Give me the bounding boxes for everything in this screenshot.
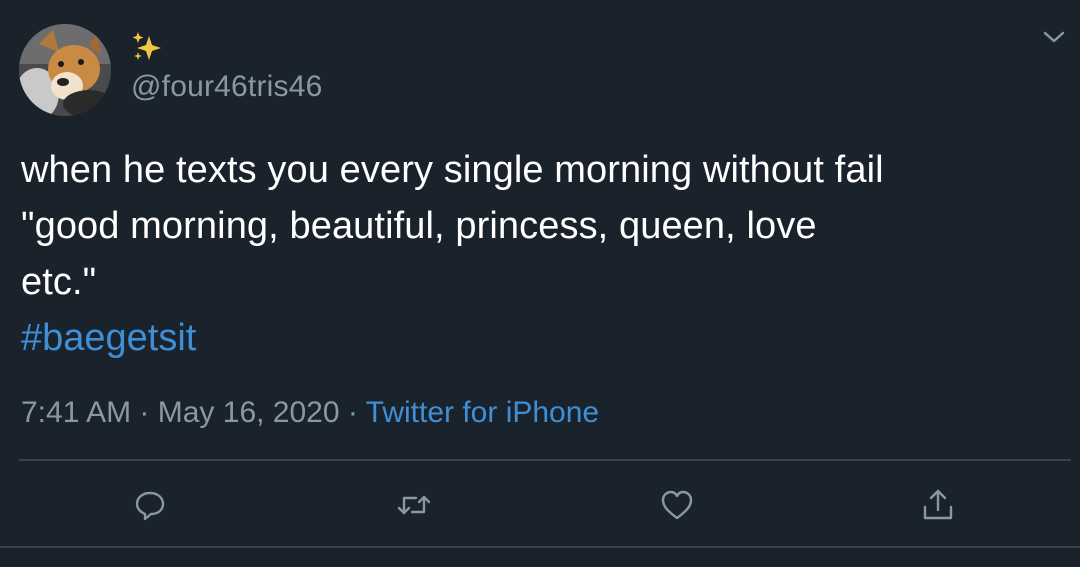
sparkles-icon	[130, 30, 164, 64]
tweet-text: when he texts you every single morning w…	[21, 142, 1071, 310]
divider	[19, 459, 1071, 461]
hashtag-link[interactable]: #baegetsit	[21, 310, 196, 366]
tweet-source-link[interactable]: Twitter for iPhone	[366, 396, 599, 429]
retweet-icon[interactable]	[396, 487, 432, 523]
avatar[interactable]	[19, 24, 111, 116]
tweet-text-line: "good morning, beautiful, princess, quee…	[21, 205, 817, 247]
chevron-down-icon[interactable]	[1042, 28, 1066, 46]
tweet-time[interactable]: 7:41 AM	[21, 396, 131, 429]
meta-separator: ·	[339, 396, 366, 429]
reply-icon[interactable]	[132, 487, 168, 523]
tweet-text-line: etc."	[21, 261, 97, 303]
share-icon[interactable]	[920, 487, 956, 523]
tweet-meta: 7:41 AM · May 16, 2020 · Twitter for iPh…	[21, 393, 599, 433]
tweet-text-line: when he texts you every single morning w…	[21, 149, 884, 191]
divider	[0, 546, 1080, 548]
tweet-card: @four46tris46 when he texts you every si…	[0, 0, 1080, 567]
user-handle[interactable]: @four46tris46	[131, 70, 322, 104]
tweet-date[interactable]: May 16, 2020	[158, 396, 340, 429]
like-icon[interactable]	[659, 487, 695, 523]
meta-separator: ·	[131, 396, 158, 429]
dog-avatar-image	[19, 24, 111, 116]
